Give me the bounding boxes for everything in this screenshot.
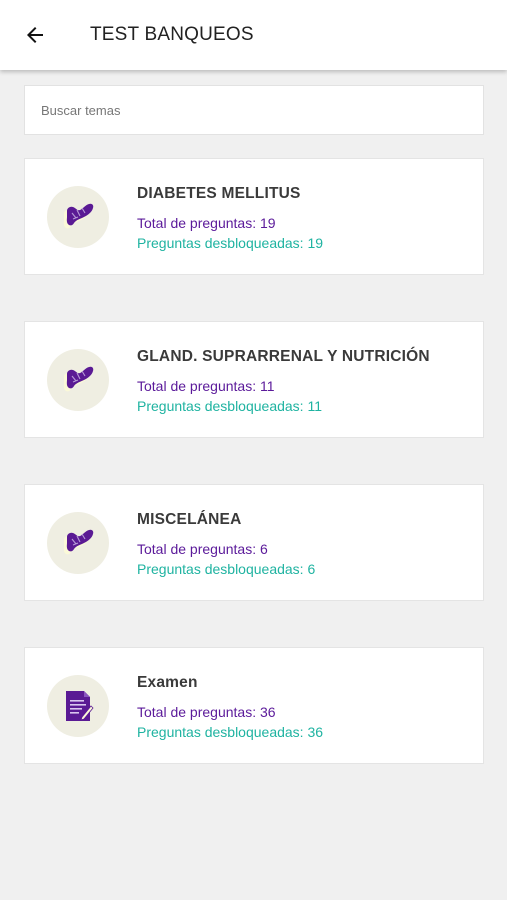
search-input[interactable] [41, 102, 467, 118]
topic-title: MISCELÁNEA [137, 511, 242, 528]
arrow-left-icon [27, 27, 43, 43]
topic-title: GLAND. SUPRARRENAL Y NUTRICIÓN [137, 348, 430, 365]
topic-card-examen[interactable]: Examen Total de preguntas: 36 Preguntas … [24, 647, 484, 764]
pancreas-icon [63, 203, 94, 229]
topic-card-diabetes[interactable]: DIABETES MELLITUS Total de preguntas: 19… [24, 158, 484, 275]
topic-total-questions: Total de preguntas: 36 [137, 704, 276, 720]
exam-document-icon [66, 691, 94, 721]
topic-card-suprarrenal[interactable]: GLAND. SUPRARRENAL Y NUTRICIÓN Total de … [24, 321, 484, 438]
topic-avatar [47, 186, 109, 248]
topic-total-questions: Total de preguntas: 19 [137, 215, 276, 231]
topic-total-questions: Total de preguntas: 11 [137, 378, 275, 394]
topic-total-questions: Total de preguntas: 6 [137, 541, 268, 557]
topic-avatar [47, 675, 109, 737]
topic-unlocked-questions: Preguntas desbloqueadas: 6 [137, 561, 316, 577]
topic-unlocked-questions: Preguntas desbloqueadas: 36 [137, 724, 324, 740]
app-bar: TEST BANQUEOS [0, 0, 507, 70]
topic-avatar [47, 349, 109, 411]
topic-avatar [47, 512, 109, 574]
back-button[interactable] [0, 0, 70, 70]
topic-title: DIABETES MELLITUS [137, 185, 301, 202]
pancreas-icon [63, 366, 94, 392]
topic-unlocked-questions: Preguntas desbloqueadas: 11 [137, 398, 322, 414]
pancreas-icon [63, 529, 94, 555]
page-title: TEST BANQUEOS [90, 24, 254, 45]
search-box[interactable] [24, 85, 484, 135]
topic-card-miscelanea[interactable]: MISCELÁNEA Total de preguntas: 6 Pregunt… [24, 484, 484, 601]
topic-title: Examen [137, 674, 198, 691]
topic-unlocked-questions: Preguntas desbloqueadas: 19 [137, 235, 324, 251]
